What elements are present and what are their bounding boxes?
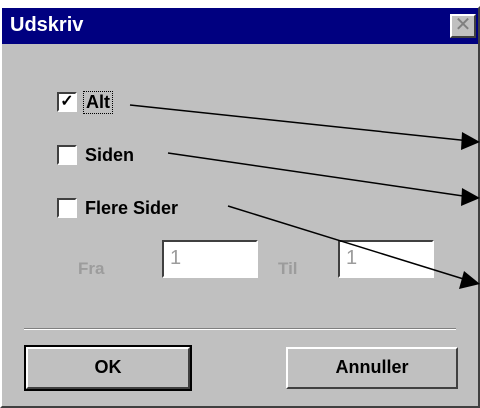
arrow-line-1 <box>129 104 471 142</box>
arrow-head-1 <box>461 132 480 150</box>
arrow-head-2 <box>461 188 480 206</box>
arrow-line-2 <box>167 152 471 198</box>
arrow-head-3 <box>459 271 480 289</box>
arrow-line-3 <box>227 205 471 282</box>
annotation-arrows <box>129 104 480 289</box>
